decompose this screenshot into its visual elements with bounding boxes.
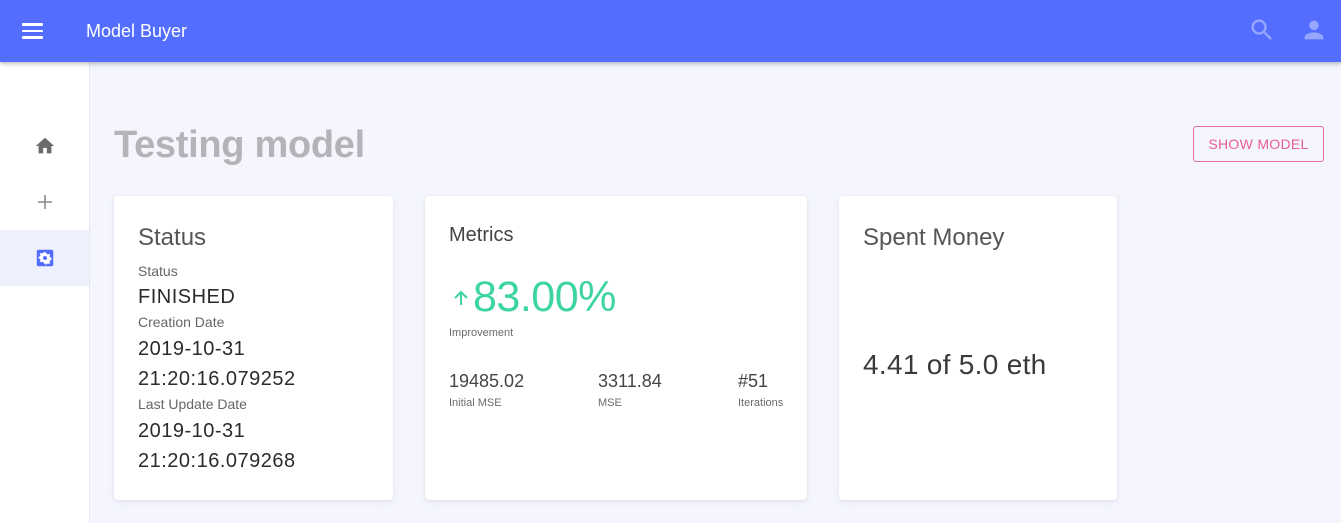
sidebar-item-home[interactable] (0, 118, 89, 174)
spent-money-value: 4.41 of 5.0 eth (863, 349, 1047, 380)
improvement-label: Improvement (449, 327, 514, 339)
creation-date-label: Creation Date (138, 314, 225, 330)
status-label: Status (138, 263, 178, 279)
metrics-card: Metrics 83.00% Improvement 19485.02 Init… (425, 196, 807, 500)
app-bar: Model Buyer (0, 0, 1341, 62)
status-value: FINISHED (138, 286, 236, 308)
page-title: Testing model (114, 124, 365, 166)
account-icon[interactable] (1300, 16, 1328, 44)
home-icon (35, 137, 54, 154)
last-update-time-value: 21:20:16.079268 (138, 450, 296, 472)
show-model-button[interactable]: SHOW MODEL (1193, 126, 1324, 162)
improvement-value: 83.00% (473, 273, 616, 321)
mse-value: 3311.84 (598, 371, 662, 391)
metrics-card-title: Metrics (449, 224, 514, 246)
iterations-label: Iterations (738, 397, 784, 409)
spent-money-card: Spent Money 4.41 of 5.0 eth (839, 196, 1117, 500)
status-card-title: Status (138, 224, 207, 251)
search-icon[interactable] (1248, 16, 1276, 44)
iterations-value: #51 (738, 371, 769, 391)
last-update-date-value: 2019-10-31 (138, 420, 246, 442)
creation-date-value: 2019-10-31 (138, 338, 246, 360)
mse-label: MSE (598, 397, 622, 409)
last-update-label: Last Update Date (138, 396, 247, 412)
sidebar-item-add[interactable] (0, 174, 89, 230)
menu-icon[interactable] (14, 14, 50, 48)
app-title: Model Buyer (86, 21, 188, 41)
initial-mse-value: 19485.02 (449, 371, 525, 391)
initial-mse-label: Initial MSE (449, 397, 502, 409)
plus-icon (37, 195, 52, 209)
status-card: Status Status FINISHED Creation Date 201… (114, 196, 393, 500)
creation-time-value: 21:20:16.079252 (138, 368, 296, 390)
spent-money-title: Spent Money (863, 224, 1005, 251)
arrow-up-icon (454, 290, 468, 305)
sidebar-item-settings[interactable] (0, 230, 89, 286)
settings-icon (36, 249, 53, 267)
sidebar (0, 62, 90, 523)
